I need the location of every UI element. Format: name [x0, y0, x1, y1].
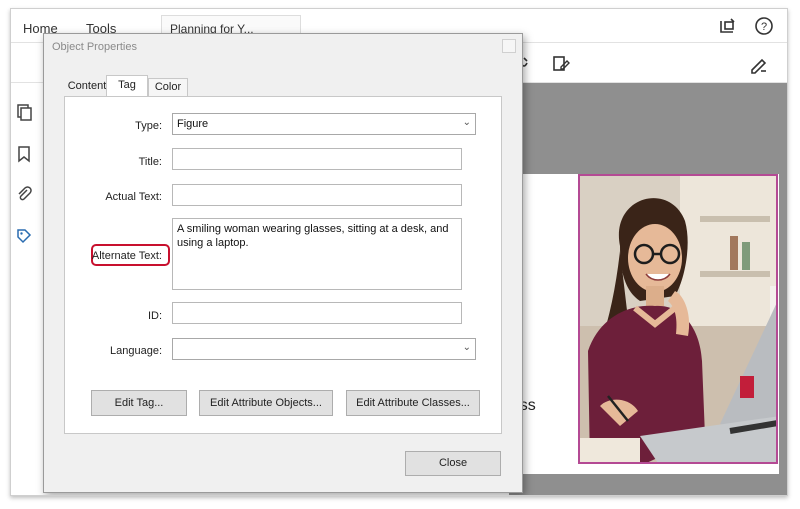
id-input[interactable] [172, 302, 462, 324]
alternate-text-label: Alternate Text: [91, 250, 162, 262]
id-label: ID: [147, 310, 162, 322]
figure-image[interactable] [578, 174, 778, 464]
edit-attribute-classes-button[interactable]: Edit Attribute Classes... [346, 390, 480, 416]
woman-laptop-illustration [580, 176, 776, 462]
title-input[interactable] [172, 148, 462, 170]
help-icon[interactable]: ? [753, 15, 775, 37]
language-select[interactable]: ⌄ [172, 338, 476, 360]
chevron-down-icon: ⌄ [462, 342, 471, 353]
close-button[interactable]: Close [405, 451, 501, 476]
fill-sign-icon[interactable] [747, 53, 769, 75]
svg-text:?: ? [761, 21, 767, 33]
tab-color[interactable]: Color [148, 78, 188, 96]
share-icon[interactable] [717, 15, 739, 37]
tab-content[interactable]: Content [66, 78, 108, 96]
edit-attribute-objects-button[interactable]: Edit Attribute Objects... [199, 390, 333, 416]
actual-text-input[interactable] [172, 184, 462, 206]
chevron-down-icon: ⌄ [462, 117, 471, 128]
dialog-title: Object Properties [52, 41, 137, 53]
title-label: Title: [138, 156, 162, 168]
pages-icon[interactable] [15, 103, 33, 121]
alternate-text-input[interactable]: A smiling woman wearing glasses, sitting… [172, 218, 462, 290]
type-value: Figure [177, 118, 209, 130]
attachment-icon[interactable] [15, 185, 33, 203]
bookmark-icon[interactable] [15, 145, 33, 163]
type-label: Type: [135, 120, 162, 132]
edit-pdf-icon[interactable] [549, 53, 571, 75]
type-select[interactable]: Figure ⌄ [172, 113, 476, 135]
tags-icon[interactable] [15, 227, 33, 245]
left-rail [11, 83, 35, 495]
tab-tag[interactable]: Tag [106, 75, 148, 97]
object-properties-dialog: Object Properties Content Tag Color Type… [43, 33, 523, 493]
edit-tag-button[interactable]: Edit Tag... [91, 390, 187, 416]
screenshot-frame: Home Tools Planning for Y... ? es id nes… [10, 8, 788, 496]
language-label: Language: [110, 345, 162, 357]
actual-text-label: Actual Text: [105, 191, 162, 203]
dialog-close-icon[interactable] [502, 39, 516, 53]
